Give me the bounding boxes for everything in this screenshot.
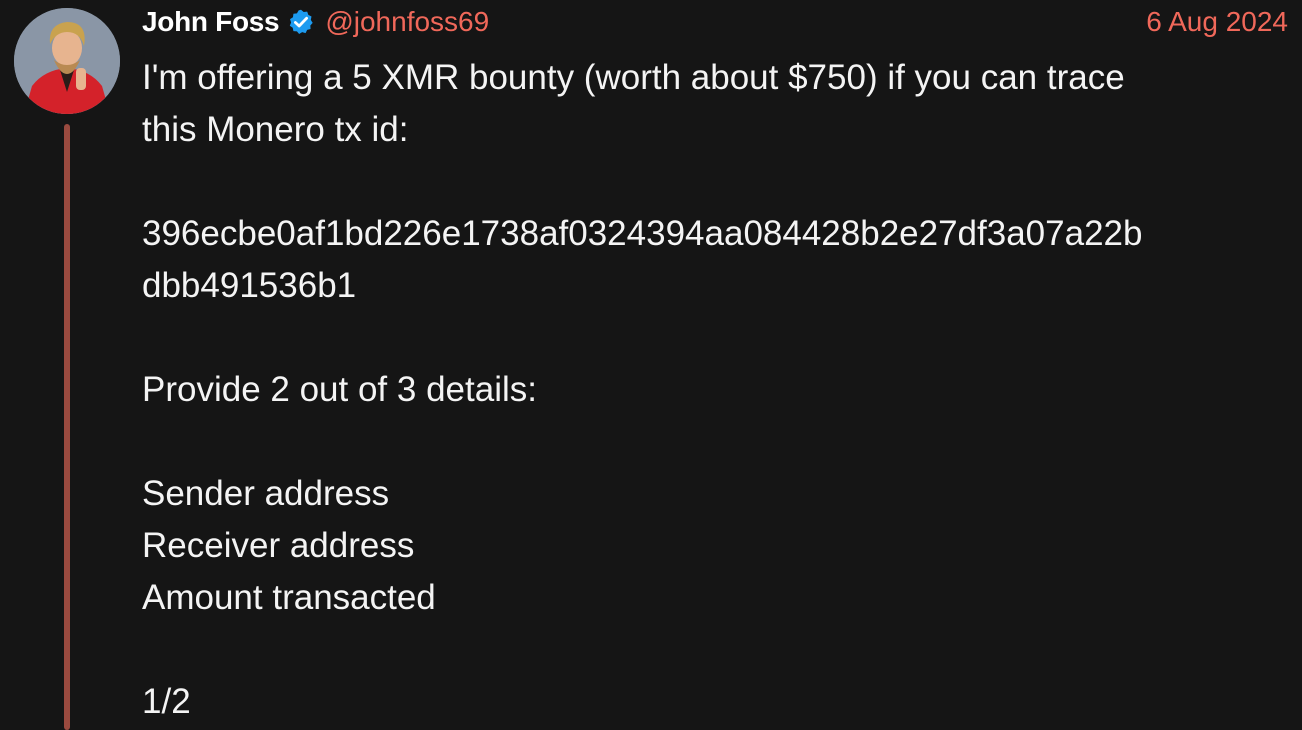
- transaction-id-line-2: dbb491536b1: [142, 266, 357, 305]
- body-line-intro-2: this Monero tx id:: [142, 110, 409, 149]
- verified-badge-icon: [287, 8, 315, 36]
- tweet-header: John Foss @johnfoss69: [142, 4, 489, 40]
- body-line-intro-1: I'm offering a 5 XMR bounty (worth about…: [142, 58, 1125, 97]
- tweet-date[interactable]: 6 Aug 2024: [1146, 4, 1288, 40]
- detail-sender-address: Sender address: [142, 474, 390, 513]
- thread-counter: 1/2: [142, 682, 191, 721]
- thread-line: [64, 124, 70, 730]
- avatar[interactable]: [14, 8, 120, 114]
- avatar-portrait-icon: [14, 8, 120, 114]
- author-handle[interactable]: @johnfoss69: [325, 6, 489, 38]
- provide-details-line: Provide 2 out of 3 details:: [142, 370, 537, 409]
- tweet-card: John Foss @johnfoss69 6 Aug 2024 I'm off…: [0, 0, 1302, 730]
- tweet-body: I'm offering a 5 XMR bounty (worth about…: [142, 52, 1292, 728]
- detail-receiver-address: Receiver address: [142, 526, 415, 565]
- author-name[interactable]: John Foss: [142, 6, 280, 38]
- detail-amount-transacted: Amount transacted: [142, 578, 436, 617]
- transaction-id-line-1: 396ecbe0af1bd226e1738af0324394aa084428b2…: [142, 214, 1143, 253]
